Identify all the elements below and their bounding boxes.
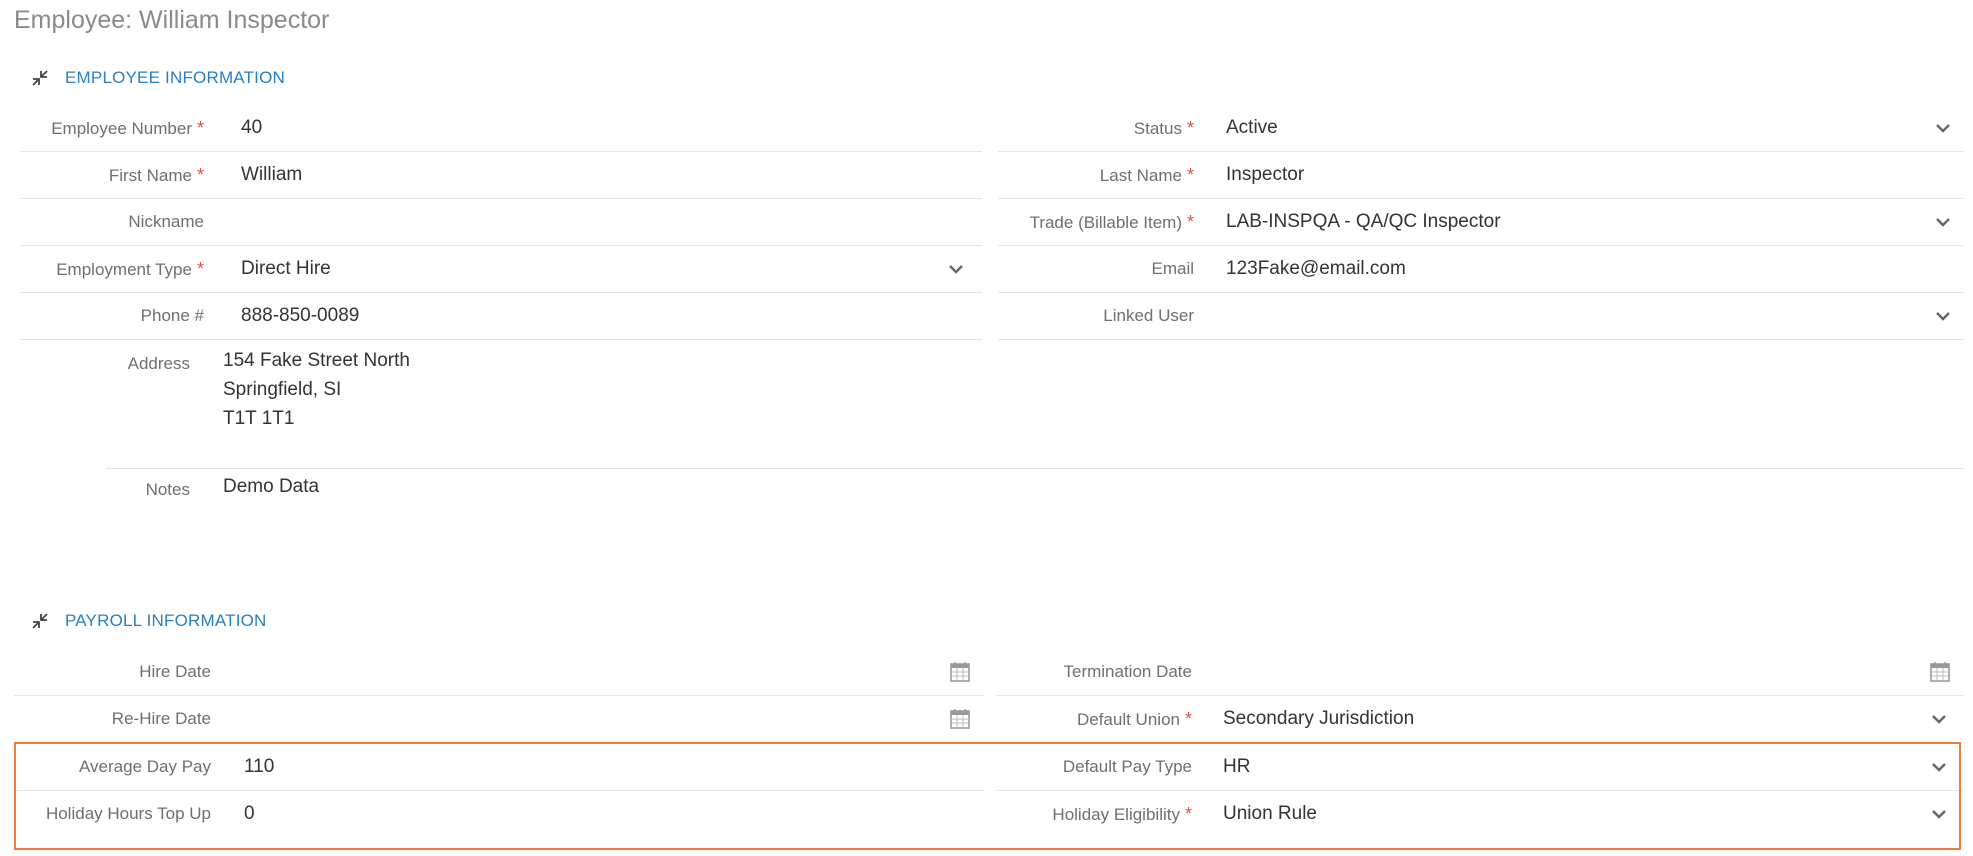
payroll-section-title[interactable]: PAYROLL INFORMATION: [65, 611, 267, 631]
termination-date-field[interactable]: [1223, 649, 1903, 695]
employment-type-select[interactable]: Direct Hire: [241, 246, 331, 292]
chevron-down-icon[interactable]: [947, 260, 965, 278]
collapse-arrows-icon[interactable]: [30, 68, 50, 88]
nickname-row: Nickname: [20, 199, 982, 246]
chevron-down-icon[interactable]: [1934, 119, 1952, 137]
employee-section-header[interactable]: EMPLOYEE INFORMATION: [30, 68, 285, 88]
payroll-section-header[interactable]: PAYROLL INFORMATION: [30, 611, 267, 631]
holiday-eligibility-label: Holiday Eligibility *: [1052, 804, 1192, 824]
collapse-arrows-icon[interactable]: [30, 611, 50, 631]
default-pay-type-row[interactable]: Default Pay Type HR: [996, 744, 1963, 791]
phone-row: Phone # 888-850-0089: [20, 293, 982, 340]
linked-user-select[interactable]: [1226, 293, 1926, 339]
default-union-label: Default Union *: [1076, 709, 1192, 729]
status-select[interactable]: Active: [1226, 105, 1278, 151]
hire-date-label: Hire Date: [139, 662, 211, 681]
termination-date-row: Termination Date: [996, 649, 1963, 696]
address-field[interactable]: 154 Fake Street North Springfield, SI T1…: [223, 346, 410, 433]
chevron-down-icon[interactable]: [1934, 307, 1952, 325]
default-union-select[interactable]: Secondary Jurisdiction: [1223, 696, 1414, 742]
holiday-hours-top-up-row: Holiday Hours Top Up 0: [14, 791, 984, 838]
linked-user-label: Linked User: [1103, 306, 1194, 325]
last-name-label: Last Name *: [1099, 165, 1194, 185]
email-label: Email: [1151, 259, 1194, 278]
page-title: Employee: William Inspector: [14, 6, 330, 34]
email-field[interactable]: 123Fake@email.com: [1226, 246, 1406, 292]
trade-row[interactable]: Trade (Billable Item) * LAB-INSPQA - QA/Q…: [998, 199, 1963, 246]
address-label: Address: [127, 354, 190, 373]
chevron-down-icon[interactable]: [1934, 213, 1952, 231]
average-day-pay-field[interactable]: 110: [244, 744, 274, 790]
last-name-row: Last Name * Inspector: [998, 152, 1963, 199]
rehire-date-label: Re-Hire Date: [111, 709, 211, 728]
default-pay-type-select[interactable]: HR: [1223, 744, 1250, 790]
address-line-2: Springfield, SI: [223, 379, 342, 400]
chevron-down-icon[interactable]: [1930, 758, 1948, 776]
rehire-date-row: Re-Hire Date: [14, 696, 984, 743]
employment-type-row[interactable]: Employment Type * Direct Hire: [20, 246, 982, 293]
nickname-label: Nickname: [128, 212, 204, 231]
employee-number-row: Employee Number * 40: [20, 105, 982, 152]
first-name-label: First Name *: [108, 165, 204, 185]
phone-label: Phone #: [140, 306, 204, 325]
notes-label: Notes: [145, 480, 190, 499]
trade-select[interactable]: LAB-INSPQA - QA/QC Inspector: [1226, 199, 1501, 245]
status-label: Status *: [1133, 118, 1194, 138]
employment-type-label: Employment Type *: [56, 259, 204, 279]
rehire-date-field[interactable]: [244, 696, 924, 742]
hire-date-row: Hire Date: [14, 649, 984, 696]
calendar-icon[interactable]: [1930, 661, 1950, 683]
employee-section-title[interactable]: EMPLOYEE INFORMATION: [65, 68, 285, 88]
holiday-hours-top-up-field[interactable]: 0: [244, 791, 255, 837]
trade-label: Trade (Billable Item) *: [1029, 212, 1194, 232]
default-union-row[interactable]: Default Union * Secondary Jurisdiction: [996, 696, 1963, 743]
address-line-1: 154 Fake Street North: [223, 350, 410, 371]
holiday-hours-top-up-label: Holiday Hours Top Up: [45, 804, 211, 823]
last-name-field[interactable]: Inspector: [1226, 152, 1304, 198]
phone-field[interactable]: 888-850-0089: [241, 293, 359, 339]
employee-number-field[interactable]: 40: [241, 105, 262, 151]
holiday-eligibility-select[interactable]: Union Rule: [1223, 791, 1317, 837]
chevron-down-icon[interactable]: [1930, 710, 1948, 728]
holiday-eligibility-row[interactable]: Holiday Eligibility * Union Rule: [996, 791, 1963, 838]
calendar-icon[interactable]: [950, 708, 970, 730]
nickname-field[interactable]: [241, 199, 941, 245]
first-name-row: First Name * William: [20, 152, 982, 199]
termination-date-label: Termination Date: [1063, 662, 1192, 681]
address-row: Address 154 Fake Street North Springfiel…: [106, 342, 1963, 469]
calendar-icon[interactable]: [950, 661, 970, 683]
notes-row: Notes Demo Data: [106, 470, 1963, 530]
average-day-pay-row: Average Day Pay 110: [14, 744, 984, 791]
first-name-field[interactable]: William: [241, 152, 302, 198]
address-line-3: T1T 1T1: [223, 408, 295, 429]
average-day-pay-label: Average Day Pay: [79, 757, 211, 776]
chevron-down-icon[interactable]: [1930, 805, 1948, 823]
default-pay-type-label: Default Pay Type: [1062, 757, 1192, 776]
hire-date-field[interactable]: [244, 649, 924, 695]
employee-number-label: Employee Number *: [51, 118, 204, 138]
status-row[interactable]: Status * Active: [998, 105, 1963, 152]
email-row: Email 123Fake@email.com: [998, 246, 1963, 293]
notes-field[interactable]: Demo Data: [223, 476, 319, 498]
linked-user-row[interactable]: Linked User: [998, 293, 1963, 340]
